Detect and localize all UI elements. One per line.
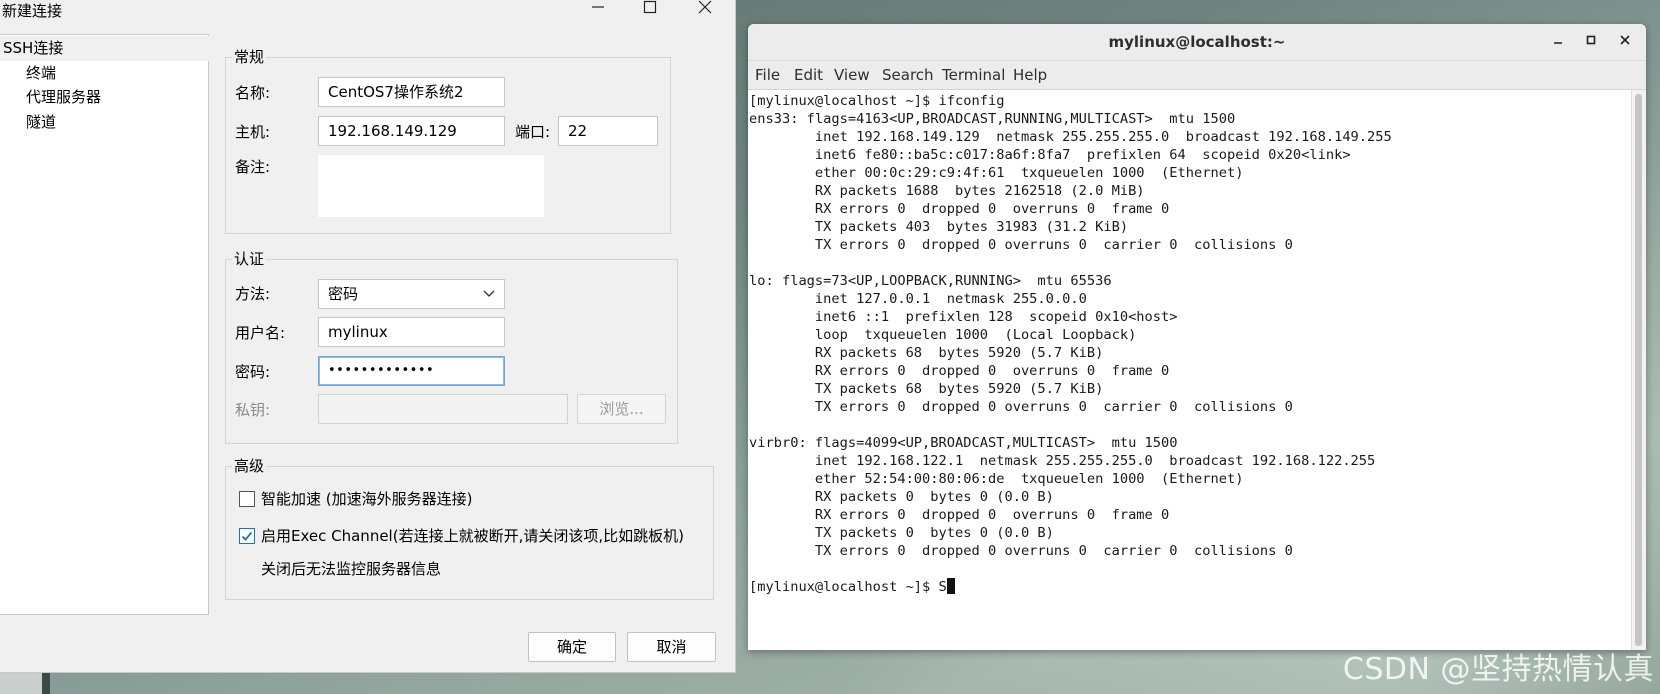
name-input[interactable]: CentOS7操作系统2	[318, 77, 505, 107]
tree-item-terminal[interactable]: 终端	[0, 61, 232, 86]
note-label: 备注:	[235, 158, 271, 176]
terminal-line: lo: flags=73<UP,LOOPBACK,RUNNING> mtu 65…	[749, 273, 1112, 289]
csdn-watermark: CSDN @坚持热情认真	[1342, 652, 1654, 687]
terminal-window: mylinux@localhost:~ File Edit View Searc…	[748, 24, 1646, 650]
terminal-line: TX errors 0 dropped 0 overruns 0 carrier…	[749, 399, 1293, 415]
terminal-line: ether 52:54:00:80:06:de txqueuelen 1000 …	[749, 471, 1244, 487]
terminal-menubar: File Edit View Search Terminal Help	[748, 61, 1646, 90]
terminal-prompt-line: [mylinux@localhost ~]$ S	[749, 578, 1630, 596]
maximize-button[interactable]	[630, 0, 670, 18]
terminal-line: ether 00:0c:29:c9:4f:61 txqueuelen 1000 …	[749, 165, 1244, 181]
terminal-cursor	[946, 578, 955, 594]
terminal-line: RX packets 0 bytes 0 (0.0 B)	[749, 489, 1054, 505]
menu-help[interactable]: Help	[1013, 66, 1047, 84]
checkmark-icon	[241, 531, 253, 541]
terminal-line: RX errors 0 dropped 0 overruns 0 frame 0	[749, 363, 1170, 379]
exec-channel-checkbox[interactable]	[239, 528, 255, 544]
terminal-line: TX errors 0 dropped 0 overruns 0 carrier…	[749, 237, 1293, 253]
menu-file[interactable]: File	[755, 66, 780, 84]
taskbar-fragment-light	[0, 672, 42, 694]
browse-button[interactable]: 浏览...	[577, 394, 666, 424]
terminal-line: virbr0: flags=4099<UP,BROADCAST,MULTICAS…	[749, 435, 1178, 451]
terminal-line: inet6 fe80::ba5c:c017:8a6f:8fa7 prefixle…	[749, 147, 1351, 163]
private-key-input[interactable]	[318, 394, 568, 424]
smart-accel-checkbox[interactable]	[239, 491, 255, 507]
category-tree: SSH连接 终端 代理服务器 隧道	[0, 34, 209, 615]
method-label: 方法:	[235, 285, 271, 303]
terminal-line: RX errors 0 dropped 0 overruns 0 frame 0	[749, 201, 1170, 217]
close-icon	[698, 0, 712, 14]
chevron-down-icon	[483, 290, 495, 297]
terminal-close-button[interactable]	[1615, 33, 1635, 51]
terminal-line: TX packets 68 bytes 5920 (5.7 KiB)	[749, 381, 1104, 397]
terminal-line: TX packets 0 bytes 0 (0.0 B)	[749, 525, 1054, 541]
minimize-icon	[592, 6, 604, 8]
cancel-button[interactable]: 取消	[627, 632, 716, 662]
username-label: 用户名:	[235, 324, 286, 342]
close-button[interactable]	[685, 0, 725, 18]
exec-channel-label: 启用Exec Channel(若连接上就被断开,请关闭该项,比如跳板机)	[261, 527, 684, 545]
close-icon	[1620, 35, 1630, 45]
minimize-icon	[1554, 42, 1562, 44]
menu-view[interactable]: View	[834, 66, 870, 84]
terminal-line: RX packets 68 bytes 5920 (5.7 KiB)	[749, 345, 1104, 361]
terminal-line: TX errors 0 dropped 0 overruns 0 carrier…	[749, 543, 1293, 559]
menu-edit[interactable]: Edit	[794, 66, 823, 84]
terminal-minimize-button[interactable]	[1548, 33, 1568, 51]
smart-accel-label: 智能加速 (加速海外服务器连接)	[261, 490, 473, 508]
ok-button[interactable]: 确定	[528, 632, 616, 662]
maximize-icon	[1586, 35, 1596, 45]
maximize-icon	[643, 0, 657, 14]
terminal-line: loop txqueuelen 1000 (Local Loopback)	[749, 327, 1137, 343]
terminal-line: inet 127.0.0.1 netmask 255.0.0.0	[749, 291, 1087, 307]
private-key-label: 私钥:	[235, 401, 271, 419]
terminal-scrollbar-thumb[interactable]	[1635, 94, 1642, 646]
terminal-scrollbar[interactable]	[1631, 90, 1646, 650]
dialog-title: 新建连接	[2, 2, 63, 20]
port-label: 端口:	[515, 123, 551, 141]
terminal-maximize-button[interactable]	[1581, 33, 1601, 51]
terminal-line: RX packets 1688 bytes 2162518 (2.0 MiB)	[749, 183, 1145, 199]
terminal-line: inet 192.168.149.129 netmask 255.255.255…	[749, 129, 1392, 145]
note-textarea[interactable]	[318, 155, 544, 217]
general-group-title: 常规	[232, 47, 267, 67]
terminal-output[interactable]: [mylinux@localhost ~]$ ifconfig ens33: f…	[748, 90, 1630, 650]
terminal-title: mylinux@localhost:~	[1108, 33, 1286, 51]
host-label: 主机:	[235, 123, 271, 141]
terminal-line: RX errors 0 dropped 0 overruns 0 frame 0	[749, 507, 1170, 523]
tree-item-proxy[interactable]: 代理服务器	[0, 85, 232, 110]
method-select[interactable]: 密码	[318, 279, 505, 309]
method-select-value: 密码	[328, 285, 359, 303]
password-label: 密码:	[235, 363, 271, 381]
menu-search[interactable]: Search	[882, 66, 934, 84]
terminal-line: ens33: flags=4163<UP,BROADCAST,RUNNING,M…	[749, 111, 1236, 127]
new-connection-dialog: 新建连接 SSH连接 终端 代理服务器 隧道 常规 名称: CentOS7操作系…	[0, 0, 736, 673]
tree-item-tunnel[interactable]: 隧道	[0, 110, 232, 135]
auth-group-title: 认证	[232, 249, 267, 269]
terminal-titlebar: mylinux@localhost:~	[748, 24, 1646, 61]
exec-channel-note: 关闭后无法监控服务器信息	[261, 560, 442, 578]
terminal-prompt: [mylinux@localhost ~]$ S	[749, 579, 947, 595]
terminal-line: inet6 ::1 prefixlen 128 scopeid 0x10<hos…	[749, 309, 1178, 325]
terminal-line: TX packets 403 bytes 31983 (31.2 KiB)	[749, 219, 1129, 235]
host-input[interactable]: 192.168.149.129	[318, 116, 505, 146]
terminal-line: inet 192.168.122.1 netmask 255.255.255.0…	[749, 453, 1376, 469]
minimize-button[interactable]	[578, 0, 618, 18]
username-input[interactable]: mylinux	[318, 317, 505, 347]
name-label: 名称:	[235, 84, 271, 102]
password-input[interactable]: •••••••••••••	[318, 356, 505, 386]
menu-terminal[interactable]: Terminal	[942, 66, 1005, 84]
advanced-group-title: 高级	[232, 456, 267, 476]
port-input[interactable]: 22	[558, 116, 658, 146]
tree-item-ssh[interactable]: SSH连接	[0, 36, 209, 61]
terminal-line: [mylinux@localhost ~]$ ifconfig	[749, 93, 1005, 109]
